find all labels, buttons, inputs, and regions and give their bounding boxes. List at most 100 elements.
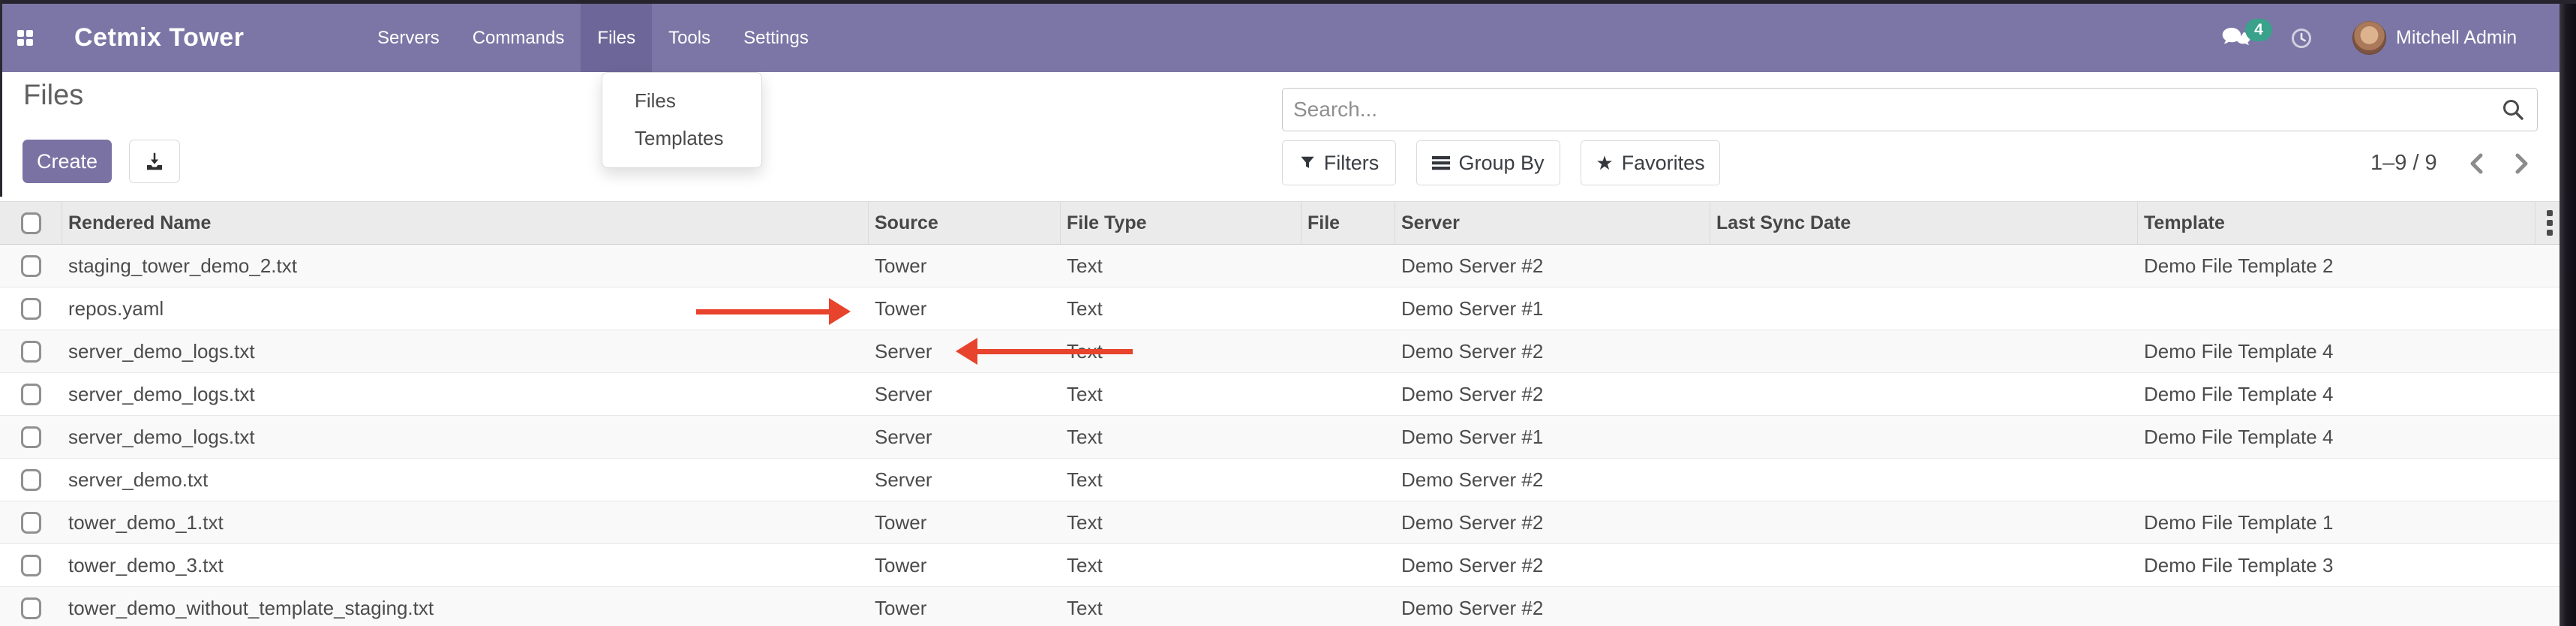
row-checkbox[interactable]	[21, 341, 41, 363]
column-header-source[interactable]: Source	[869, 202, 1061, 244]
table-row[interactable]: server_demo_logs.txt Server Text Demo Se…	[0, 330, 2563, 373]
table-header-row: Rendered Name Source File Type File Serv…	[0, 201, 2563, 245]
cell-server: Demo Server #1	[1395, 297, 1710, 321]
nav-item-settings[interactable]: Settings	[727, 4, 825, 72]
annotation-arrow-left	[956, 338, 1133, 365]
import-button[interactable]	[129, 140, 180, 183]
cell-rendered-name: server_demo.txt	[62, 468, 869, 492]
pagination-next-button[interactable]	[2505, 149, 2535, 179]
pagination-previous-button[interactable]	[2463, 149, 2493, 179]
files-menu-dropdown: Files Templates	[602, 72, 762, 168]
row-checkbox[interactable]	[21, 384, 41, 405]
table-row[interactable]: server_demo_logs.txt Server Text Demo Se…	[0, 416, 2563, 459]
brand-title: Cetmix Tower	[74, 4, 244, 72]
cell-file-type: Text	[1061, 383, 1302, 406]
row-checkbox[interactable]	[21, 597, 41, 619]
filters-button[interactable]: Filters	[1282, 140, 1396, 185]
column-header-server[interactable]: Server	[1395, 202, 1710, 244]
messages-button[interactable]: 4	[2221, 26, 2281, 56]
search-icon[interactable]	[2501, 98, 2525, 122]
cell-file-type: Text	[1061, 554, 1302, 577]
cell-rendered-name: tower_demo_without_template_staging.txt	[62, 597, 869, 620]
group-by-button[interactable]: Group By	[1416, 140, 1560, 185]
cell-file-type: Text	[1061, 426, 1302, 449]
cell-file-type: Text	[1061, 254, 1302, 278]
column-header-template[interactable]: Template	[2138, 202, 2535, 244]
row-checkbox[interactable]	[21, 469, 41, 491]
app-window: Cetmix Tower Servers Commands Files Tool…	[0, 0, 2576, 626]
cell-template: Demo File Template 1	[2138, 511, 2535, 534]
create-button[interactable]: Create	[23, 140, 112, 183]
cell-source: Tower	[869, 254, 1061, 278]
nav-item-commands[interactable]: Commands	[456, 4, 581, 72]
table-row[interactable]: repos.yaml Tower Text Demo Server #1	[0, 287, 2563, 330]
favorites-button[interactable]: ★ Favorites	[1581, 140, 1720, 185]
cell-server: Demo Server #2	[1395, 254, 1710, 278]
messages-count-badge: 4	[2245, 19, 2272, 41]
search-bar	[1282, 88, 2538, 131]
user-menu[interactable]: Mitchell Admin	[2396, 4, 2517, 72]
cell-rendered-name: server_demo_logs.txt	[62, 426, 869, 449]
cell-server: Demo Server #2	[1395, 554, 1710, 577]
group-by-label: Group By	[1458, 152, 1544, 175]
cell-rendered-name: server_demo_logs.txt	[62, 383, 869, 406]
chevron-left-icon	[2463, 149, 2493, 179]
row-checkbox[interactable]	[21, 512, 41, 534]
search-input[interactable]	[1283, 98, 2501, 122]
select-all-checkbox[interactable]	[21, 212, 41, 234]
pagination-range: 1–9 / 9	[2370, 140, 2437, 185]
row-checkbox[interactable]	[21, 555, 41, 576]
table-row[interactable]: tower_demo_3.txt Tower Text Demo Server …	[0, 544, 2563, 587]
cell-file-type: Text	[1061, 597, 1302, 620]
user-avatar[interactable]	[2352, 21, 2386, 55]
filter-funnel-icon	[1299, 155, 1316, 171]
row-checkbox[interactable]	[21, 298, 41, 320]
table-row[interactable]: tower_demo_without_template_staging.txt …	[0, 587, 2563, 626]
cell-file-type: Text	[1061, 468, 1302, 492]
favorites-star-icon: ★	[1596, 153, 1613, 173]
annotation-arrow-right	[696, 298, 851, 325]
cell-source: Tower	[869, 597, 1061, 620]
table-row[interactable]: tower_demo_1.txt Tower Text Demo Server …	[0, 501, 2563, 544]
cell-source: Tower	[869, 511, 1061, 534]
column-header-rendered-name[interactable]: Rendered Name	[62, 202, 869, 244]
select-all-cell	[0, 202, 62, 244]
cell-server: Demo Server #2	[1395, 597, 1710, 620]
cell-rendered-name: tower_demo_1.txt	[62, 511, 869, 534]
dropdown-item-files[interactable]: Files	[602, 82, 761, 119]
clock-icon	[2291, 28, 2312, 49]
dropdown-item-templates[interactable]: Templates	[602, 119, 761, 157]
cell-source: Server	[869, 468, 1061, 492]
group-by-bars-icon	[1432, 155, 1450, 170]
activities-button[interactable]	[2291, 28, 2312, 49]
window-edge-left	[0, 0, 2, 197]
row-checkbox[interactable]	[21, 255, 41, 277]
files-list-view: Rendered Name Source File Type File Serv…	[0, 201, 2563, 626]
table-row[interactable]: server_demo.txt Server Text Demo Server …	[0, 459, 2563, 501]
cell-template: Demo File Template 2	[2138, 254, 2535, 278]
favorites-label: Favorites	[1622, 152, 1705, 175]
top-navbar: Cetmix Tower Servers Commands Files Tool…	[0, 4, 2559, 72]
column-header-file[interactable]: File	[1302, 202, 1395, 244]
cell-server: Demo Server #1	[1395, 426, 1710, 449]
nav-item-files[interactable]: Files	[581, 4, 652, 72]
column-header-file-type[interactable]: File Type	[1061, 202, 1302, 244]
cell-rendered-name: server_demo_logs.txt	[62, 340, 869, 363]
page-title: Files	[23, 80, 83, 112]
import-download-icon	[143, 150, 166, 173]
nav-item-tools[interactable]: Tools	[652, 4, 727, 72]
table-row[interactable]: staging_tower_demo_2.txt Tower Text Demo…	[0, 245, 2563, 287]
cell-rendered-name: staging_tower_demo_2.txt	[62, 254, 869, 278]
cell-source: Server	[869, 383, 1061, 406]
row-checkbox[interactable]	[21, 426, 41, 448]
column-options-icon[interactable]	[2547, 210, 2553, 236]
nav-item-servers[interactable]: Servers	[361, 4, 456, 72]
cell-template: Demo File Template 4	[2138, 426, 2535, 449]
cell-server: Demo Server #2	[1395, 468, 1710, 492]
filters-label: Filters	[1324, 152, 1380, 175]
scrollbar-track[interactable]	[2559, 0, 2576, 626]
column-header-last-sync-date[interactable]: Last Sync Date	[1710, 202, 2138, 244]
table-row[interactable]: server_demo_logs.txt Server Text Demo Se…	[0, 373, 2563, 416]
apps-grid-icon[interactable]	[17, 30, 33, 46]
cell-file-type: Text	[1061, 511, 1302, 534]
